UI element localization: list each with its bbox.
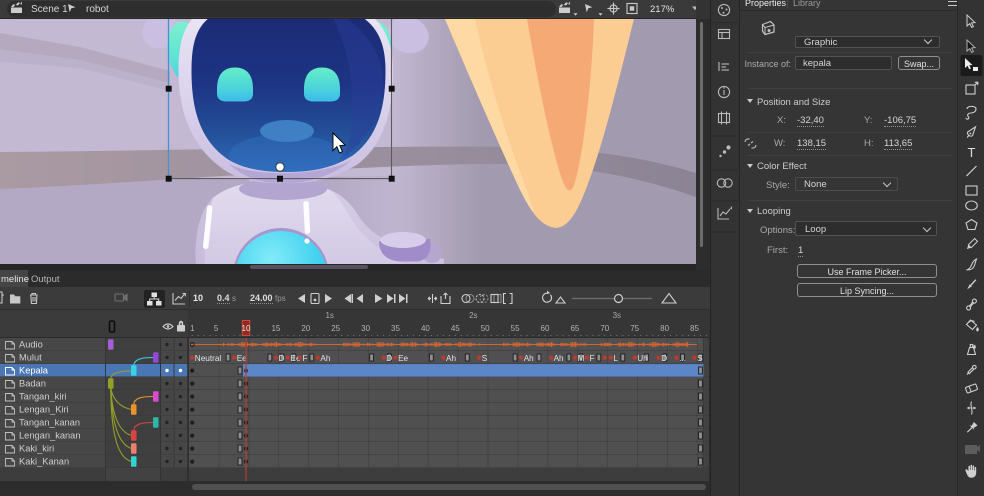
svg-text:75: 75: [630, 324, 639, 333]
svg-text:L: L: [613, 354, 618, 363]
svg-text:10: 10: [242, 324, 251, 333]
svg-text:D: D: [661, 354, 667, 363]
svg-text:80: 80: [660, 324, 669, 333]
svg-text:Kepala: Kepala: [19, 366, 49, 376]
svg-text:Ah: Ah: [524, 354, 534, 363]
svg-text:Uh: Uh: [637, 354, 648, 363]
svg-text:65: 65: [570, 324, 579, 333]
svg-text:Ah: Ah: [320, 354, 330, 363]
svg-text:F: F: [590, 354, 595, 363]
svg-text:Ah: Ah: [446, 354, 456, 363]
svg-text:D: D: [279, 354, 285, 363]
svg-text:30: 30: [361, 324, 370, 333]
svg-text:5: 5: [214, 324, 219, 333]
svg-text:Tangan_kanan: Tangan_kanan: [19, 418, 80, 428]
svg-text:Tangan_kiri: Tangan_kiri: [19, 392, 67, 402]
svg-text:S: S: [697, 354, 703, 363]
svg-text:50: 50: [481, 324, 490, 333]
svg-text:Mulut: Mulut: [19, 353, 42, 363]
svg-text:Lengan_kanan: Lengan_kanan: [19, 431, 81, 441]
svg-text:3s: 3s: [613, 311, 621, 320]
svg-text:Neutral: Neutral: [195, 354, 222, 363]
svg-text:20: 20: [301, 324, 310, 333]
svg-text:15: 15: [271, 324, 280, 333]
svg-text:Ah: Ah: [554, 354, 564, 363]
svg-text:Kaki_Kanan: Kaki_Kanan: [19, 457, 69, 467]
svg-text:Ee: Ee: [398, 354, 408, 363]
svg-text:1: 1: [190, 324, 195, 333]
svg-text:45: 45: [451, 324, 460, 333]
svg-text:35: 35: [391, 324, 400, 333]
svg-text:Lengan_Kiri: Lengan_Kiri: [19, 405, 69, 415]
svg-text:Badan: Badan: [19, 379, 46, 389]
svg-text:M: M: [578, 354, 585, 363]
svg-text:S: S: [482, 354, 488, 363]
svg-text:60: 60: [541, 324, 550, 333]
svg-text:85: 85: [690, 324, 699, 333]
svg-text:...: ...: [679, 354, 686, 363]
svg-text:1s: 1s: [325, 311, 333, 320]
svg-text:D: D: [386, 354, 392, 363]
svg-text:Kaki_kiri: Kaki_kiri: [19, 444, 54, 454]
svg-text:2s: 2s: [469, 311, 477, 320]
svg-text:55: 55: [511, 324, 520, 333]
svg-text:25: 25: [331, 324, 340, 333]
svg-text:40: 40: [421, 324, 430, 333]
svg-text:T: T: [968, 145, 976, 160]
svg-text:Audio: Audio: [19, 340, 43, 350]
svg-text:70: 70: [600, 324, 609, 333]
svg-text:F: F: [302, 354, 307, 363]
